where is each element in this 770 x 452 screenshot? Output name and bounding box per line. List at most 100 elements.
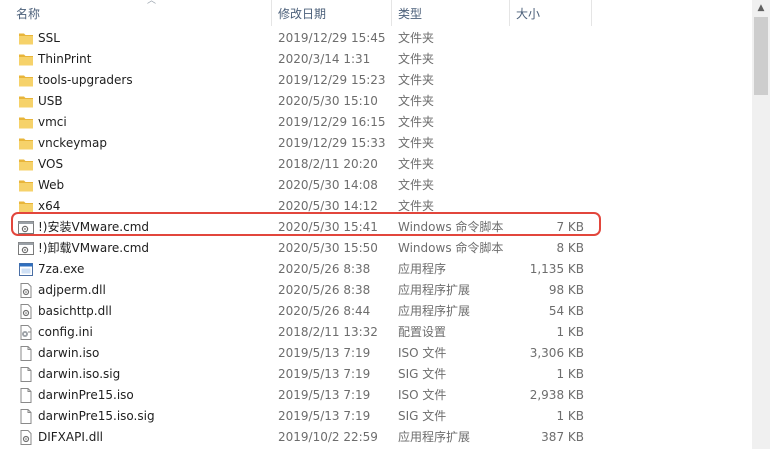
file-row[interactable]: USB 2020/5/30 15:10 文件夹	[0, 91, 752, 112]
file-size: 3,306 KB	[529, 346, 584, 360]
file-type: 文件夹	[398, 115, 435, 129]
file-size: 1 KB	[556, 325, 584, 339]
file-row[interactable]: ThinPrint 2020/3/14 1:31 文件夹	[0, 49, 752, 70]
highlight-box	[11, 212, 601, 236]
exe-icon	[18, 259, 34, 280]
file-size	[500, 133, 584, 154]
file-type: Windows 命令脚本	[398, 241, 504, 255]
file-date: 2019/12/29 15:45	[278, 31, 386, 45]
file-date: 2020/5/26 8:44	[278, 304, 371, 318]
scroll-up-arrow-icon[interactable]: ▲	[752, 0, 770, 17]
folder-icon	[18, 49, 34, 70]
folder-icon	[18, 154, 34, 175]
file-name: ThinPrint	[38, 52, 92, 66]
column-header-date[interactable]: 修改日期	[272, 0, 392, 26]
file-date: 2020/5/26 8:38	[278, 262, 371, 276]
file-date: 2019/12/29 15:33	[278, 136, 386, 150]
file-type: 配置设置	[398, 325, 447, 339]
file-date: 2018/2/11 13:32	[278, 325, 378, 339]
file-type: 文件夹	[398, 52, 435, 66]
folder-icon	[18, 91, 34, 112]
file-icon	[18, 406, 34, 427]
file-name: config.ini	[38, 325, 93, 339]
column-header-size-label: 大小	[516, 7, 541, 21]
file-row[interactable]: darwinPre15.iso.sig 2019/5/13 7:19 SIG 文件 1…	[0, 406, 752, 427]
folder-icon	[18, 70, 34, 91]
file-row[interactable]: vmci 2019/12/29 16:15 文件夹	[0, 112, 752, 133]
column-header-date-label: 修改日期	[278, 7, 327, 21]
file-name: Web	[38, 178, 65, 192]
folder-icon	[18, 112, 34, 133]
column-header-name[interactable]: 名称 ︿	[10, 0, 272, 26]
file-type: ISO 文件	[398, 388, 447, 402]
file-size	[500, 175, 584, 196]
file-row[interactable]: adjperm.dll 2020/5/26 8:38 应用程序扩展 98 KB	[0, 280, 752, 301]
file-date: 2020/5/30 15:50	[278, 241, 378, 255]
column-header-name-label: 名称	[16, 7, 41, 21]
file-size: 8 KB	[556, 241, 584, 255]
file-name: VOS	[38, 157, 64, 171]
folder-icon	[18, 175, 34, 196]
cmd-script-icon	[18, 238, 34, 259]
file-size: 54 KB	[548, 304, 584, 318]
file-type: 文件夹	[398, 157, 435, 171]
file-type: 文件夹	[398, 73, 435, 87]
file-row[interactable]: darwin.iso.sig 2019/5/13 7:19 SIG 文件 1 KB	[0, 364, 752, 385]
file-type: 应用程序	[398, 262, 447, 276]
file-name: SSL	[38, 31, 60, 45]
file-name: !)卸载VMware.cmd	[38, 241, 149, 255]
file-type: 文件夹	[398, 94, 435, 108]
file-date: 2019/5/13 7:19	[278, 388, 371, 402]
file-date: 2019/5/13 7:19	[278, 346, 371, 360]
file-row[interactable]: config.ini 2018/2/11 13:32 配置设置 1 KB	[0, 322, 752, 343]
file-row[interactable]: DIFXAPI.dll 2019/10/2 22:59 应用程序扩展 387 KB	[0, 427, 752, 448]
file-row[interactable]: basichttp.dll 2020/5/26 8:44 应用程序扩展 54 KB	[0, 301, 752, 322]
column-header-type[interactable]: 类型	[392, 0, 510, 26]
ini-icon	[18, 322, 34, 343]
file-size: 2,938 KB	[529, 388, 584, 402]
file-date: 2019/5/13 7:19	[278, 409, 371, 423]
dll-icon	[18, 280, 34, 301]
file-type: 应用程序扩展	[398, 430, 471, 444]
vertical-scrollbar[interactable]: ▲	[752, 0, 770, 449]
file-name: 7za.exe	[38, 262, 85, 276]
file-row[interactable]: darwinPre15.iso 2019/5/13 7:19 ISO 文件 2,938…	[0, 385, 752, 406]
folder-icon	[18, 28, 34, 49]
file-type: SIG 文件	[398, 367, 447, 381]
file-size	[500, 70, 584, 91]
sort-up-icon: ︿	[147, 0, 157, 6]
file-name: darwinPre15.iso	[38, 388, 134, 402]
file-size: 98 KB	[548, 283, 584, 297]
file-size: 1 KB	[556, 409, 584, 423]
file-icon	[18, 343, 34, 364]
file-row[interactable]: !)卸载VMware.cmd 2020/5/30 15:50 Windows 命令脚…	[0, 238, 752, 259]
file-name: tools-upgraders	[38, 73, 133, 87]
file-size: 387 KB	[541, 430, 584, 444]
file-row[interactable]: tools-upgraders 2019/12/29 15:23 文件夹	[0, 70, 752, 91]
file-type: 文件夹	[398, 31, 435, 45]
file-date: 2019/12/29 16:15	[278, 115, 386, 129]
file-size	[500, 154, 584, 175]
file-date: 2019/12/29 15:23	[278, 73, 386, 87]
file-date: 2020/5/30 15:10	[278, 94, 378, 108]
file-row[interactable]: 7za.exe 2020/5/26 8:38 应用程序 1,135 KB	[0, 259, 752, 280]
file-size	[500, 112, 584, 133]
file-name: darwin.iso	[38, 346, 100, 360]
file-name: darwinPre15.iso.sig	[38, 409, 155, 423]
file-name: USB	[38, 94, 63, 108]
file-row[interactable]: VOS 2018/2/11 20:20 文件夹	[0, 154, 752, 175]
column-header-size[interactable]: 大小	[510, 0, 592, 26]
file-row[interactable]: darwin.iso 2019/5/13 7:19 ISO 文件 3,306 KB	[0, 343, 752, 364]
file-name: darwin.iso.sig	[38, 367, 121, 381]
file-row[interactable]: SSL 2019/12/29 15:45 文件夹	[0, 28, 752, 49]
dll-icon	[18, 301, 34, 322]
scrollbar-thumb[interactable]	[754, 17, 768, 95]
column-header-bar: 名称 ︿ 修改日期 类型 大小	[0, 0, 752, 26]
file-date: 2018/2/11 20:20	[278, 157, 378, 171]
file-size	[500, 28, 584, 49]
file-row[interactable]: Web 2020/5/30 14:08 文件夹	[0, 175, 752, 196]
file-icon	[18, 385, 34, 406]
folder-icon	[18, 133, 34, 154]
file-row[interactable]: vnckeymap 2019/12/29 15:33 文件夹	[0, 133, 752, 154]
file-name: basichttp.dll	[38, 304, 112, 318]
